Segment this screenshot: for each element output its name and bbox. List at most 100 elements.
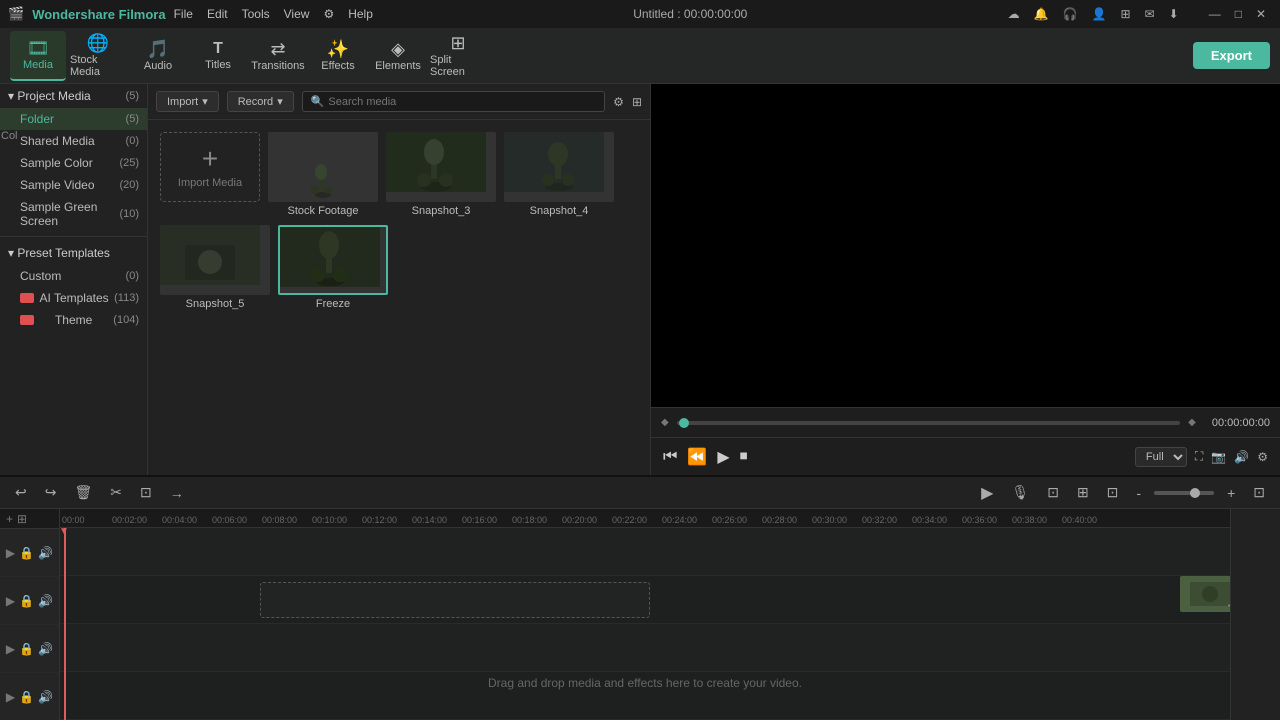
grid-icon[interactable]: ⊞ [1121, 7, 1131, 21]
clip-thumbnail[interactable]: ↔ [1180, 576, 1230, 612]
track-settings-icon[interactable]: ⊞ [17, 512, 27, 526]
snapshot5-item[interactable]: Snapshot_5 [160, 225, 270, 310]
menu-view[interactable]: View [284, 7, 310, 21]
right-timeline-tools [1230, 509, 1280, 720]
delete-button[interactable]: 🗑 [69, 482, 97, 503]
toolbar-audio-label: Audio [144, 60, 172, 72]
record-track-button[interactable]: ⊡ [1042, 482, 1064, 503]
screenshot-icon[interactable]: 📷 [1211, 450, 1226, 464]
record-button[interactable]: Record ▾ [227, 91, 294, 112]
menu-tools[interactable]: Tools [242, 7, 270, 21]
zoom-out-button[interactable]: - [1131, 483, 1146, 503]
fit-timeline-button[interactable]: ⊡ [1248, 482, 1270, 503]
preset-templates-header[interactable]: ▾ Preset Templates [0, 241, 147, 265]
crop-button[interactable]: → [165, 483, 189, 503]
track1-play-icon[interactable]: ▶ [6, 546, 15, 560]
project-media-count: (5) [126, 90, 139, 102]
track3-audio-icon[interactable]: 🔊 [38, 642, 53, 656]
freeze-item[interactable]: Freeze [278, 225, 388, 310]
toolbar-media[interactable]: 🎞 Media [10, 31, 66, 81]
zoom-slider[interactable] [1154, 491, 1214, 495]
track4-audio-icon[interactable]: 🔊 [38, 690, 53, 704]
sample-video-item[interactable]: Sample Video (20) [0, 174, 147, 196]
audio-track-button[interactable]: 🎙 [1006, 482, 1034, 503]
next-frame-button[interactable]: ⏹ [740, 448, 748, 466]
cut-button[interactable]: ✂ [105, 482, 127, 503]
toolbar-titles[interactable]: T Titles [190, 31, 246, 81]
track1-audio-icon[interactable]: 🔊 [38, 546, 53, 560]
track-control-1: ▶ 🔒 🔊 [0, 529, 59, 577]
skip-back-button[interactable]: ⏮ [663, 448, 677, 466]
import-media-item[interactable]: + Import Media [156, 128, 264, 221]
play-timeline-button[interactable]: ▶ [976, 481, 998, 505]
track2-play-icon[interactable]: ▶ [6, 594, 15, 608]
toolbar-elements-label: Elements [375, 60, 421, 72]
scrubber-handle[interactable] [679, 418, 689, 428]
search-input[interactable] [328, 96, 596, 108]
volume-icon[interactable]: 🔊 [1234, 450, 1249, 464]
filter-icon[interactable]: ⚙ [613, 95, 624, 109]
custom-item[interactable]: Custom (0) [0, 265, 147, 287]
redo-button[interactable]: ↪ [40, 482, 62, 503]
message-icon[interactable]: ✉ [1145, 7, 1155, 21]
ai-templates-item[interactable]: AI Templates (113) [0, 287, 147, 309]
grid-view-icon[interactable]: ⊞ [632, 95, 642, 109]
toolbar-elements[interactable]: ◈ Elements [370, 31, 426, 81]
add-track-icon[interactable]: + [6, 512, 13, 526]
theme-item[interactable]: Theme (104) [0, 309, 147, 331]
export-button[interactable]: Export [1193, 42, 1270, 69]
import-button[interactable]: Import ▾ [156, 91, 219, 112]
toolbar-transitions-label: Transitions [251, 60, 304, 72]
toolbar-audio[interactable]: 🎵 Audio [130, 31, 186, 81]
track4-play-icon[interactable]: ▶ [6, 690, 15, 704]
track2-audio-icon[interactable]: 🔊 [38, 594, 53, 608]
media-panel: Import ▾ Record ▾ 🔍 ⚙ ⊞ + Import Media [148, 84, 650, 475]
cloud-icon[interactable]: ☁ [1008, 7, 1020, 21]
menu-settings[interactable]: ⚙ [323, 7, 334, 21]
track4-lock-icon[interactable]: 🔒 [19, 690, 34, 704]
sample-green-screen-item[interactable]: Sample Green Screen (10) [0, 196, 147, 232]
download-icon[interactable]: ⬇ [1169, 7, 1179, 21]
menu-edit[interactable]: Edit [207, 7, 228, 21]
snapshot4-item[interactable]: Snapshot_4 [504, 132, 614, 217]
track3-play-icon[interactable]: ▶ [6, 642, 15, 656]
close-button[interactable]: ✕ [1250, 5, 1272, 23]
menu-file[interactable]: File [174, 7, 193, 21]
user-icon[interactable]: 👤 [1092, 7, 1107, 21]
split-button[interactable]: ⊡ [135, 482, 157, 503]
add-track-button[interactable]: ⊞ [1072, 482, 1094, 503]
prev-frame-button[interactable]: ⏪ [687, 447, 707, 467]
toolbar-effects[interactable]: ✨ Effects [310, 31, 366, 81]
snapshot3-label: Snapshot_3 [386, 205, 496, 217]
settings-icon[interactable]: ⚙ [1257, 450, 1268, 464]
headphone-icon[interactable]: 🎧 [1063, 7, 1078, 21]
snapshot3-item[interactable]: Snapshot_3 [386, 132, 496, 217]
elements-icon: ◈ [391, 40, 405, 58]
menu-help[interactable]: Help [348, 7, 373, 21]
zoom-in-button[interactable]: + [1222, 483, 1240, 503]
toolbar-stock-media[interactable]: 🌐 Stock Media [70, 31, 126, 81]
timeline-playhead[interactable] [64, 528, 66, 720]
timeline-tracks: ↔ Drag and drop media and effects here t… [60, 528, 1230, 720]
track2-lock-icon[interactable]: 🔒 [19, 594, 34, 608]
toolbar-transitions[interactable]: ⇄ Transitions [250, 31, 306, 81]
preview-buttons: ⏮ ⏪ ▶ ⏹ Full 1/2 1/4 ⛶ 📷 🔊 ⚙ [651, 437, 1280, 475]
track3-lock-icon[interactable]: 🔒 [19, 642, 34, 656]
sample-color-item[interactable]: Sample Color (25) [0, 152, 147, 174]
media-icon: 🎞 [27, 39, 50, 57]
preview-scrubber[interactable] [677, 421, 1180, 425]
undo-button[interactable]: ↩ [10, 482, 32, 503]
toolbar-split-screen[interactable]: ⊞ Split Screen [430, 31, 486, 81]
ruler-mark-5: 00:10:00 [312, 515, 347, 525]
maximize-button[interactable]: □ [1229, 5, 1248, 23]
play-button[interactable]: ▶ [717, 447, 729, 467]
stock-footage-item[interactable]: Stock Footage [268, 132, 378, 217]
bell-icon[interactable]: 🔔 [1034, 7, 1049, 21]
track1-lock-icon[interactable]: 🔒 [19, 546, 34, 560]
quality-select[interactable]: Full 1/2 1/4 [1135, 447, 1187, 467]
project-media-header[interactable]: ▾ Project Media (5) [0, 84, 147, 108]
menu-bar: File Edit Tools View ⚙ Help [174, 7, 373, 21]
snap-button[interactable]: ⊡ [1102, 482, 1124, 503]
minimize-button[interactable]: — [1203, 5, 1227, 23]
fullscreen-icon[interactable]: ⛶ [1195, 449, 1203, 464]
